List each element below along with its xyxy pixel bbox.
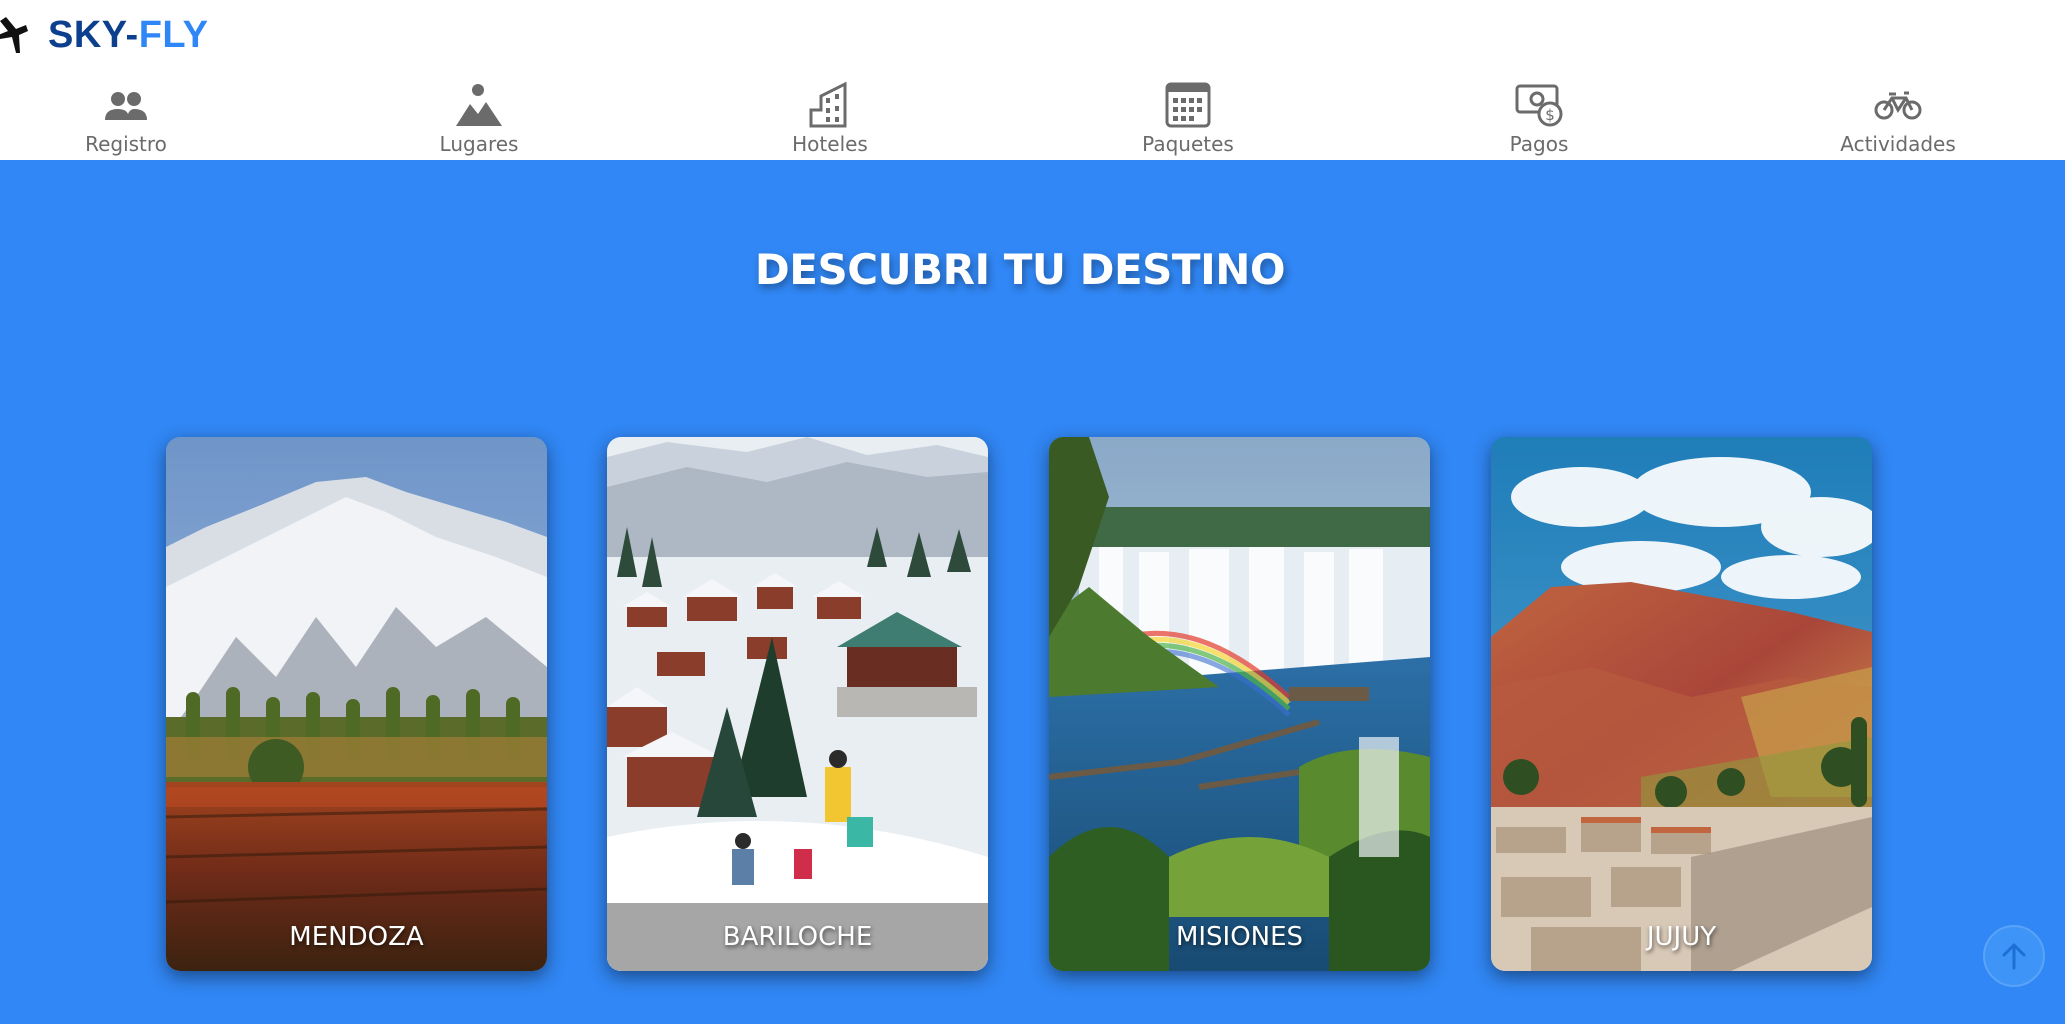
destination-card-jujuy[interactable]: JUJUY [1491,437,1872,971]
nav-item-lugares[interactable]: Lugares [379,80,579,160]
nav-item-pagos[interactable]: $ Pagos [1439,80,1639,160]
airplane-icon [0,17,28,53]
nav-item-label: Registro [85,132,167,156]
nav-item-label: Paquetes [1142,132,1234,156]
destination-name: MISIONES [1175,922,1304,952]
users-icon [105,92,147,120]
nav-item-registro[interactable]: Registro [26,80,226,160]
destination-name: JUJUY [1646,922,1717,952]
destination-name: BARILOCHE [607,903,988,971]
destination-card-bariloche[interactable]: BARILOCHE [607,437,988,971]
nav-item-label: Actividades [1840,132,1956,156]
nav-item-actividades[interactable]: Actividades [1798,80,1998,160]
brand-name-part2: FLY [138,13,209,56]
nav-item-label: Pagos [1509,132,1569,156]
landscape-icon [456,84,502,126]
svg-text:$: $ [1545,106,1555,124]
misiones-image [1049,437,1430,971]
nav-item-paquetes[interactable]: Paquetes [1088,80,1288,160]
header: SKY-FLY Registro Lugares Hoteles Paquete… [0,0,2065,160]
jujuy-image [1491,437,1872,971]
brand-logo-text: SKY-FLY [48,14,208,57]
nav-item-label: Hoteles [792,132,868,156]
mendoza-image [166,437,547,971]
calendar-icon [1165,82,1211,128]
page-title: DESCUBRI TU DESTINO [754,245,1286,294]
nav-item-label: Lugares [439,132,519,156]
bariloche-image [607,437,988,971]
main-nav: Registro Lugares Hoteles Paquetes $ Pago… [0,80,2065,160]
destinations-section: DESCUBRI TU DESTINO MENDOZA BARILOCHE MI… [0,160,2065,1024]
scroll-to-top-button[interactable] [1983,925,2045,987]
building-icon [809,81,847,128]
destination-card-mendoza[interactable]: MENDOZA [166,437,547,971]
destination-name: MENDOZA [289,922,424,952]
brand-name-part1: SKY- [48,13,139,56]
nav-item-hoteles[interactable]: Hoteles [730,80,930,160]
brand[interactable]: SKY-FLY [0,10,208,60]
arrow-up-icon [2002,943,2026,970]
payment-icon: $ [1515,84,1563,127]
destination-card-misiones[interactable]: MISIONES [1049,437,1430,971]
bicycle-icon [1874,91,1922,120]
